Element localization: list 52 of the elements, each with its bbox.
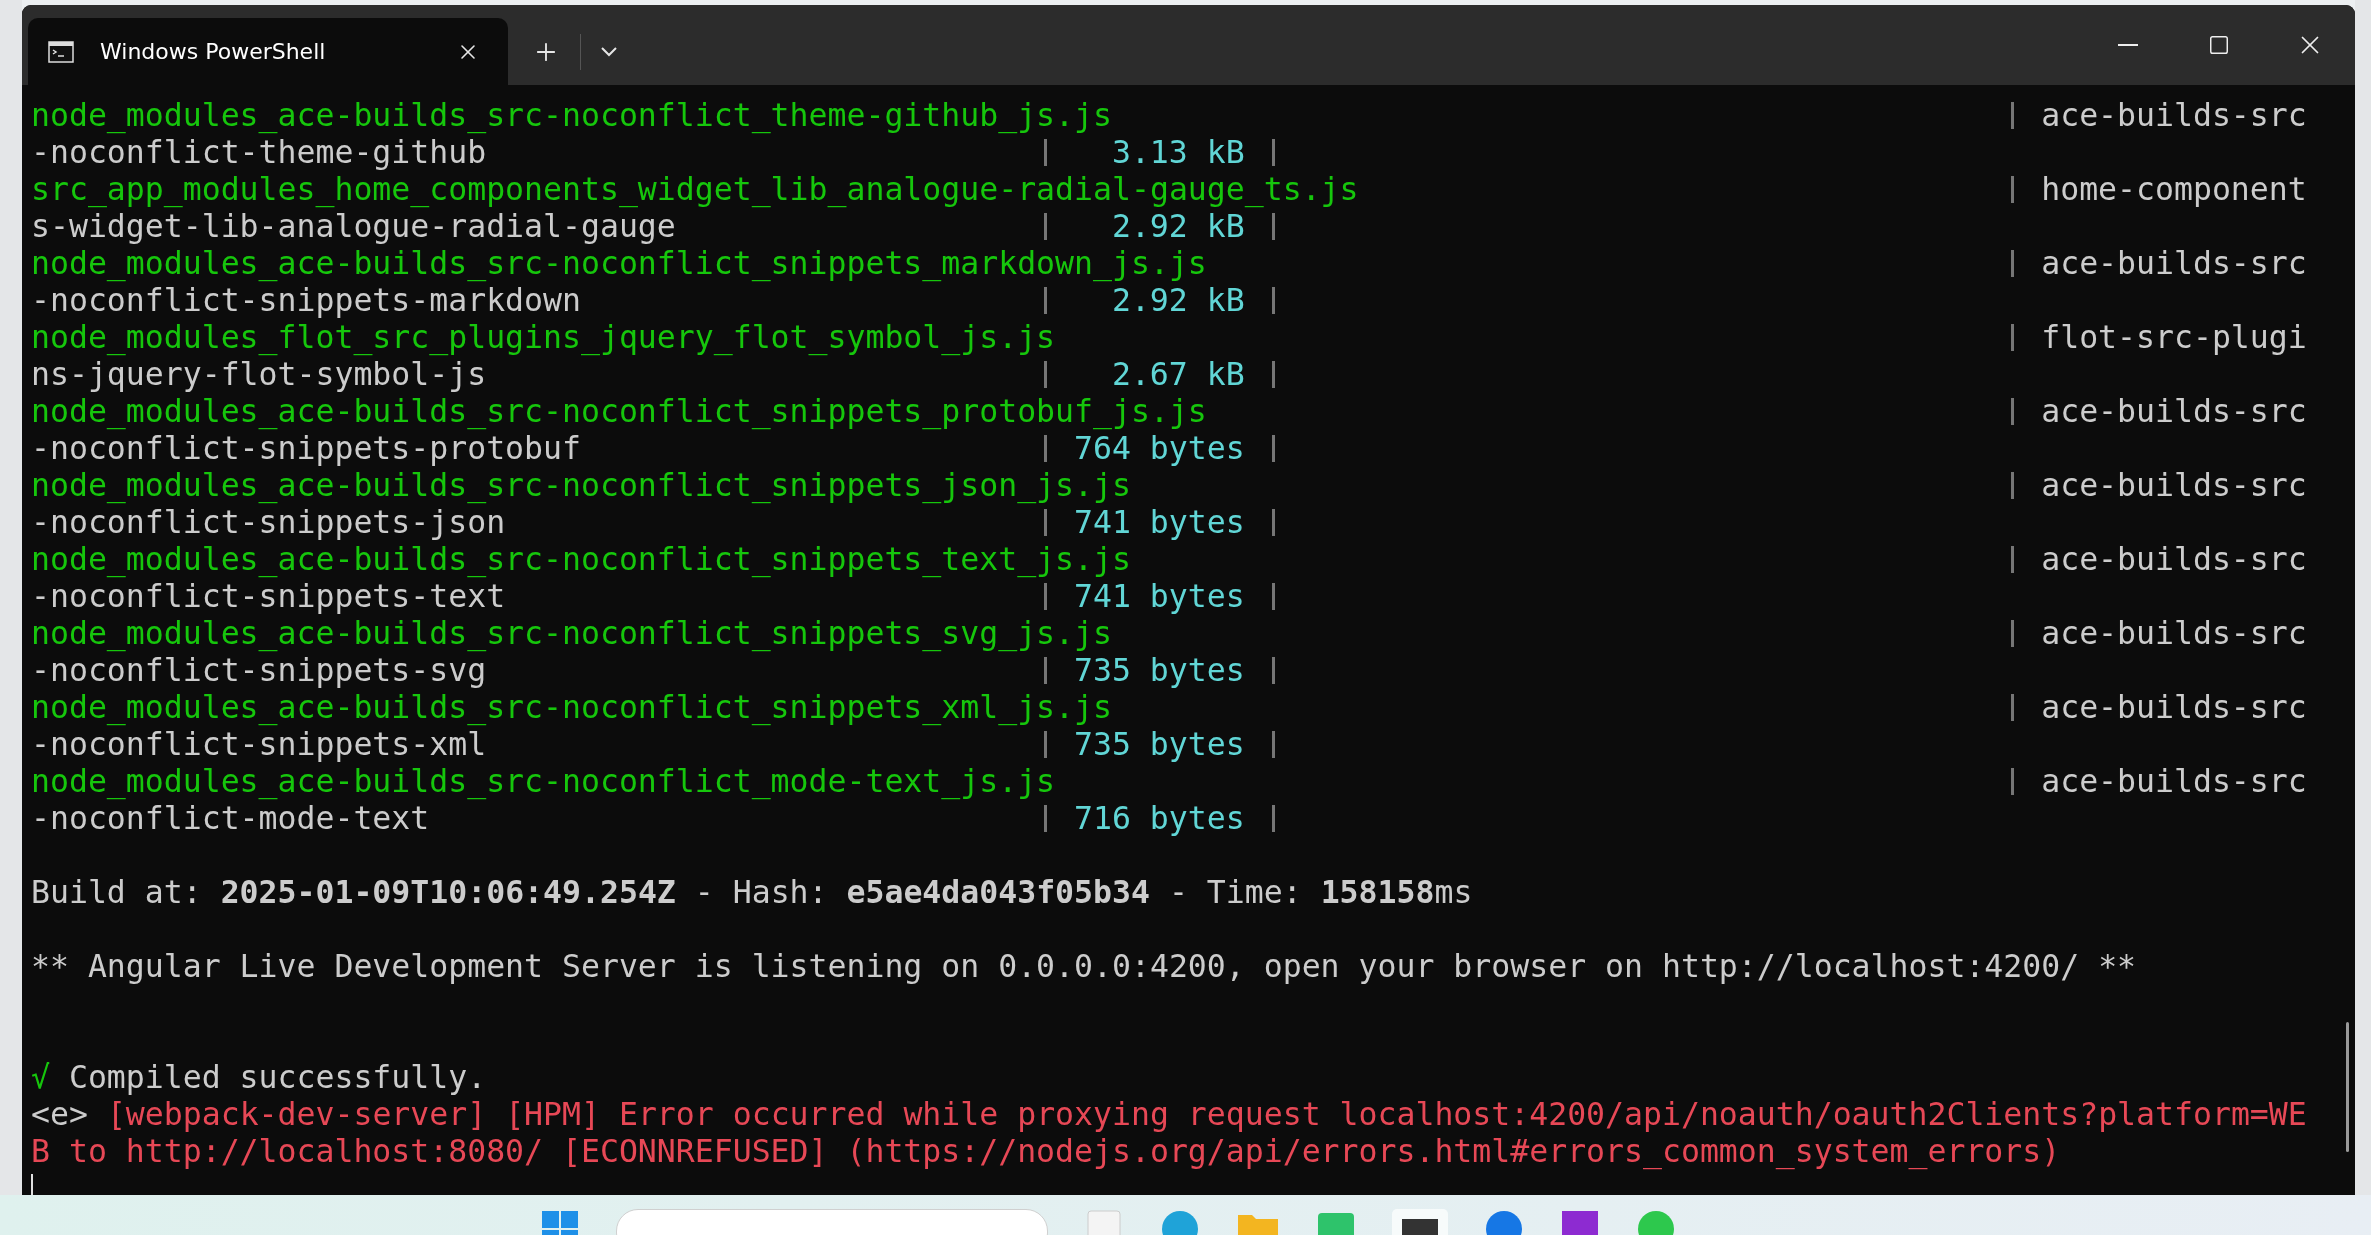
- file-name: node_modules_ace-builds_src-noconflict_snippets_json_js.js: [31, 467, 1131, 503]
- file-name: node_modules_ace-builds_src-noconflict_mode-text_js.js: [31, 763, 1056, 799]
- minimize-icon: [2117, 44, 2138, 46]
- build-info: Build at: 2025-01-09T10:06:49.254Z - Hash: e5ae4da043f05b34 - Time: 158158ms: [31, 874, 1473, 911]
- file-size: 735 bytes: [1074, 726, 1245, 762]
- chunk-name: -noconflict-snippets-text: [31, 578, 506, 614]
- chunk-names: flot-src-plugi: [2041, 319, 2307, 356]
- chunk-name: -noconflict-mode-text: [31, 800, 430, 836]
- maximize-icon: [2207, 34, 2230, 56]
- error-message: <e> [webpack-dev-server] [HPM] Error occurred while proxying request localhost:4200/api/noauth/oauth2Clients?platform=WEB to http://localhost:8080/ [ECONNREFUSED] (https://nodejs.org/api/errors.html#errors_common_system_errors): [31, 1096, 2308, 1170]
- chunk-name: -noconflict-theme-github: [31, 134, 487, 170]
- file-name: node_modules_ace-builds_src-noconflict_theme-github_js.js: [31, 97, 1112, 133]
- file-size: 741 bytes: [1074, 578, 1245, 614]
- server-message: ** Angular Live Development Server is listening on 0.0.0.0:4200, open your browser on http://localhost:4200/ **: [31, 948, 2137, 985]
- chunk-names: ace-builds-src: [2041, 615, 2307, 652]
- chunk-names: ace-builds-src: [2041, 689, 2307, 726]
- chunk-names: ace-builds-src: [2041, 541, 2307, 578]
- chunk-name: -noconflict-snippets-xml: [31, 726, 487, 762]
- chunk-name: -noconflict-snippets-json: [31, 504, 506, 540]
- file-size: 2.92 kB: [1111, 208, 1245, 244]
- file-name: node_modules_ace-builds_src-noconflict_snippets_protobuf_js.js: [31, 393, 1207, 429]
- chunk-names: ace-builds-src: [2041, 763, 2307, 800]
- chevron-down-icon: [601, 46, 617, 57]
- file-size: 741 bytes: [1074, 504, 1245, 540]
- file-name: node_modules_flot_src_plugins_jquery_flot_symbol_js.js: [31, 319, 1056, 355]
- chunk-name: s-widget-lib-analogue-radial-gauge: [31, 208, 676, 244]
- file-size: 2.92 kB: [1111, 282, 1245, 318]
- file-size: 735 bytes: [1074, 652, 1245, 688]
- chunk-name: -noconflict-snippets-protobuf: [31, 430, 581, 466]
- file-name: node_modules_ace-builds_src-noconflict_snippets_xml_js.js: [31, 689, 1112, 725]
- file-size: 716 bytes: [1074, 800, 1245, 836]
- file-name: node_modules_ace-builds_src-noconflict_snippets_markdown_js.js: [31, 245, 1207, 281]
- chunk-name: ns-jquery-flot-symbol-js: [31, 356, 487, 392]
- chunk-names: ace-builds-src: [2041, 97, 2307, 134]
- chunk-names: ace-builds-src: [2041, 467, 2307, 504]
- file-name: node_modules_ace-builds_src-noconflict_snippets_svg_js.js: [31, 615, 1112, 651]
- chunk-names: home-component: [2041, 171, 2307, 208]
- terminal-tab[interactable]: Windows PowerShell: [28, 18, 508, 85]
- compile-status: Compiled successfully.: [68, 1059, 487, 1096]
- file-size: 764 bytes: [1074, 430, 1245, 466]
- file-name: node_modules_ace-builds_src-noconflict_snippets_text_js.js: [31, 541, 1131, 577]
- check-mark: √: [31, 1059, 50, 1096]
- text-cursor: [31, 1174, 33, 1195]
- terminal-icon: [48, 40, 74, 63]
- scrollbar[interactable]: [2346, 1022, 2349, 1152]
- file-size: 2.67 kB: [1111, 356, 1245, 392]
- chunk-name: -noconflict-snippets-markdown: [31, 282, 581, 318]
- chunk-names: ace-builds-src: [2041, 245, 2307, 282]
- file-name: src_app_modules_home_components_widget_lib_analogue-radial-gauge_ts.js: [31, 171, 1359, 207]
- file-size: 3.13 kB: [1111, 134, 1245, 170]
- chunk-names: ace-builds-src: [2041, 393, 2307, 430]
- chunk-name: -noconflict-snippets-svg: [31, 652, 487, 688]
